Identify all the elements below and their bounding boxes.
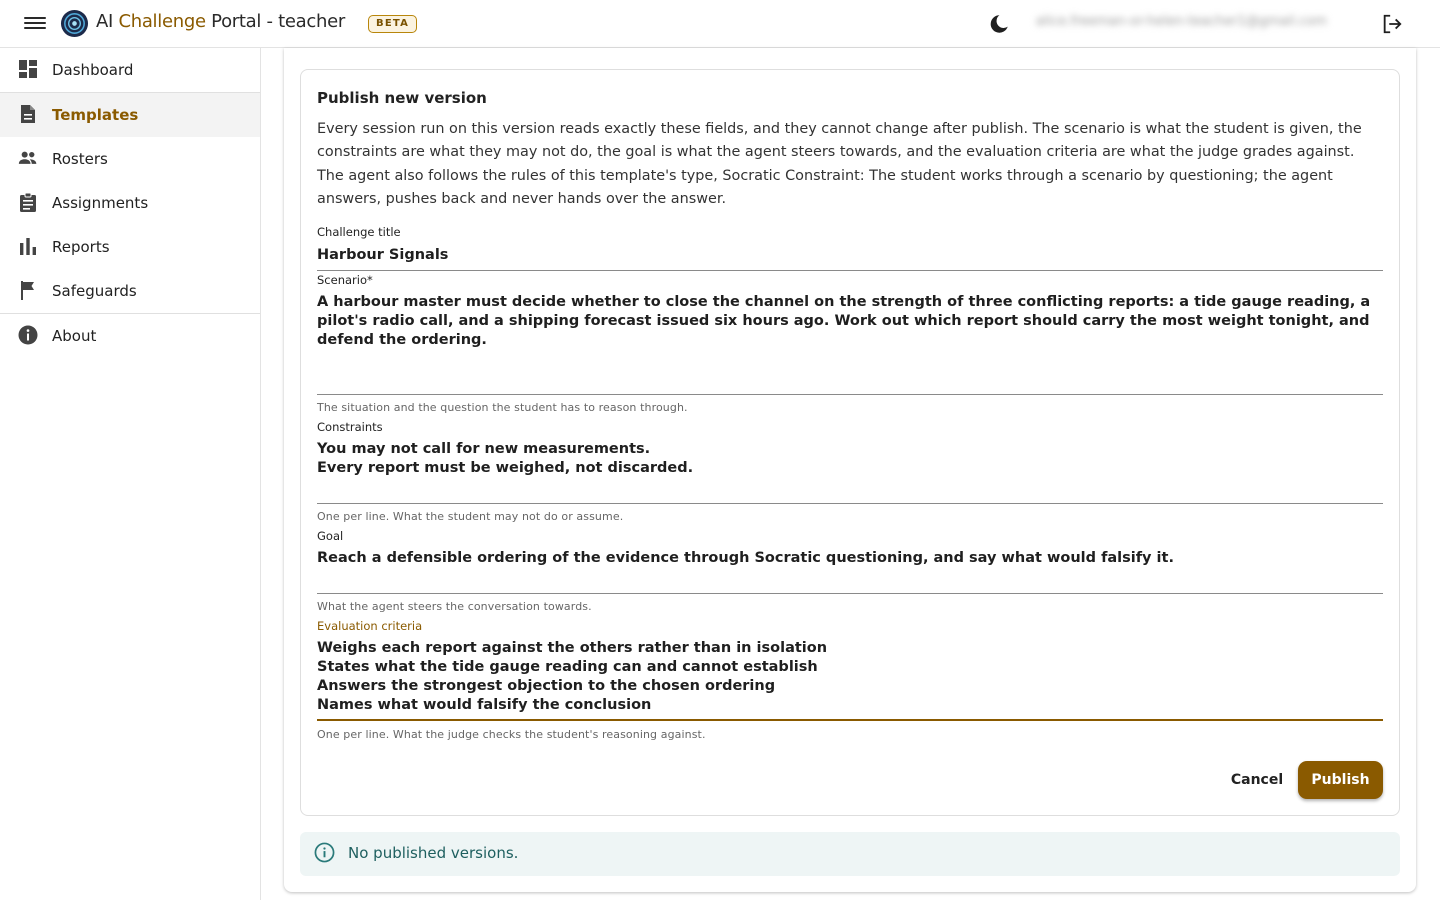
sidebar-item-about[interactable]: About — [0, 314, 260, 358]
sidebar-item-dashboard[interactable]: Dashboard — [0, 48, 260, 92]
sidebar-item-label: Assignments — [52, 194, 149, 212]
dashboard-icon — [19, 60, 37, 78]
form-description: Every session run on this version reads … — [317, 121, 1362, 207]
goal-label: Goal — [317, 529, 344, 543]
portal-logo — [60, 9, 89, 38]
sidebar-item-label: Safeguards — [52, 282, 137, 300]
constraints-textarea[interactable]: You may not call for new measurements. E… — [317, 440, 1383, 478]
cancel-button[interactable]: Cancel — [1222, 765, 1292, 795]
sidebar-item-templates[interactable]: Templates — [0, 93, 260, 137]
constraints-label: Constraints — [317, 420, 383, 434]
dark-mode-moon-icon[interactable] — [988, 13, 1010, 35]
evaluation-criteria-underline — [317, 719, 1383, 721]
user-email: alice.freeman-or-helen-teacher1@gmail.co… — [1036, 14, 1327, 29]
constraints-underline — [317, 503, 1383, 504]
sidebar-item-reports[interactable]: Reports — [0, 225, 260, 269]
sidebar-item-assignments[interactable]: Assignments — [0, 181, 260, 225]
people-icon — [18, 151, 37, 164]
form-title: Publish new version — [317, 89, 487, 107]
flag-icon — [21, 281, 34, 300]
evaluation-criteria-label: Evaluation criteria — [317, 619, 423, 633]
goal-underline — [317, 593, 1383, 594]
constraints-helper-text: One per line. What the student may not d… — [317, 510, 624, 523]
sidebar-item-label: Dashboard — [52, 61, 134, 79]
challenge-title-input[interactable]: Harbour Signals — [317, 246, 1383, 265]
goal-textarea[interactable]: Reach a defensible ordering of the evide… — [317, 549, 1383, 568]
no-versions-alert: No published versions. — [300, 832, 1400, 876]
sidebar-item-rosters[interactable]: Rosters — [0, 137, 260, 181]
challenge-title-underline — [317, 270, 1383, 271]
beta-badge: BETA — [368, 15, 418, 33]
info-outline-icon — [314, 842, 335, 863]
evaluation-criteria-textarea[interactable]: Weighs each report against the others ra… — [317, 639, 1383, 715]
scenario-helper-text: The situation and the question the stude… — [317, 401, 688, 414]
sidebar-item-label: Templates — [52, 106, 139, 124]
sidebar-item-safeguards[interactable]: Safeguards — [0, 269, 260, 313]
alert-text: No published versions. — [348, 844, 519, 862]
publish-button[interactable]: Publish — [1298, 761, 1383, 799]
evaluation-criteria-helper-text: One per line. What the judge checks the … — [317, 728, 706, 741]
scenario-underline — [317, 394, 1383, 395]
goal-helper-text: What the agent steers the conversation t… — [317, 600, 592, 613]
scenario-textarea[interactable]: A harbour master must decide whether to … — [317, 293, 1383, 350]
description-icon — [21, 105, 35, 123]
bar-chart-icon — [20, 238, 36, 255]
scenario-label: Scenario* — [317, 273, 373, 287]
logout-icon[interactable] — [1380, 13, 1404, 35]
sidebar-item-label: About — [52, 327, 97, 345]
assignment-icon — [20, 192, 36, 212]
challenge-title-label: Challenge title — [317, 225, 401, 239]
menu-icon[interactable] — [24, 14, 46, 34]
top-app-bar: AI Challenge Portal - teacher BETA alice… — [0, 0, 1440, 48]
info-icon — [18, 325, 38, 345]
sidebar-item-label: Rosters — [52, 150, 108, 168]
app-title: AI Challenge Portal - teacher — [96, 11, 345, 32]
sidebar: Dashboard Templates Rosters Assignments … — [0, 48, 261, 900]
sidebar-item-label: Reports — [52, 238, 110, 256]
